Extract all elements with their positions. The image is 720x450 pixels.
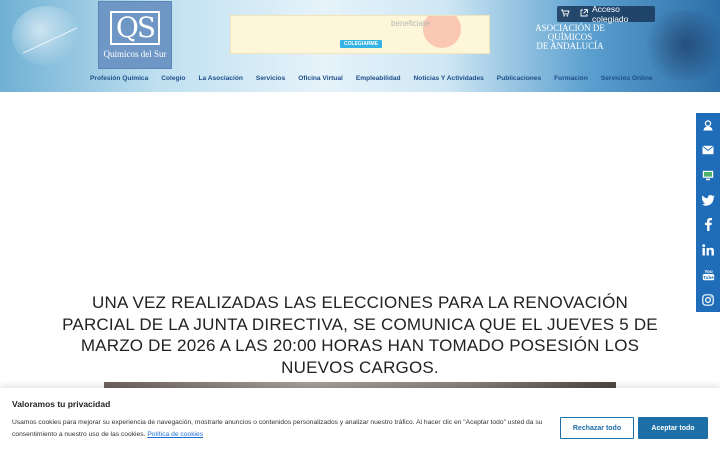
youtube-icon[interactable]: You Tube [696,263,720,287]
nav-item-servicios[interactable]: Servicios [256,75,285,87]
banner-text: beneficiate [391,19,430,28]
monitor-icon[interactable] [696,163,720,187]
site-header: QS Químicos del Sur beneficiate COLEGIAR… [0,0,720,92]
association-logo[interactable]: ASOCIACIÓN DE QUÍMICOS DE ANDALUCÍA [520,24,620,51]
nav-item-publicaciones[interactable]: Publicaciones [497,75,541,87]
cookie-title: Valoramos tu privacidad [12,399,111,409]
svg-text:You: You [704,269,713,274]
nav-item-la-asociacion[interactable]: La Asociación [198,75,242,87]
cart-icon[interactable] [561,9,570,19]
access-label: Acceso colegiado [592,4,629,24]
twitter-icon[interactable] [696,188,720,212]
cookie-banner: Valoramos tu privacidad Usamos cookies p… [0,388,720,450]
user-icon[interactable] [696,113,720,137]
news-headline: UNA VEZ REALIZADAS LAS ELECCIONES PARA L… [62,293,658,377]
reject-all-button[interactable]: Rechazar todo [560,417,634,439]
access-colegiado-button[interactable]: Acceso colegiado [557,4,655,24]
accept-all-button[interactable]: Aceptar todo [638,417,708,439]
social-sidebar: You Tube [696,113,720,312]
logo-mark: QS [109,11,161,45]
nav-item-profesion-quimica[interactable]: Profesión Química [90,75,148,87]
nav-item-oficina-virtual[interactable]: Oficina Virtual [298,75,343,87]
cookie-policy-link[interactable]: Política de cookies [147,431,203,438]
header-decoration [12,6,82,66]
site-logo[interactable]: QS Químicos del Sur [98,1,172,69]
email-icon[interactable] [696,138,720,162]
external-link-icon [580,9,588,19]
page: QS Químicos del Sur beneficiate COLEGIAR… [0,0,720,450]
nav-item-formacion[interactable]: Formación [554,75,588,87]
cookie-text: Usamos cookies para mejorar su experienc… [12,417,557,441]
linkedin-icon[interactable] [696,238,720,262]
nav-item-noticias[interactable]: Noticias Y Actividades [414,75,484,87]
facebook-icon[interactable] [696,213,720,237]
nav-item-servicios-online[interactable]: Servicios Online [601,75,653,87]
ad-banner[interactable]: beneficiate COLEGIARME [230,15,490,54]
svg-text:Tube: Tube [703,275,714,280]
instagram-icon[interactable] [696,288,720,312]
nav-item-empleabilidad[interactable]: Empleabilidad [356,75,401,87]
colegiarme-button[interactable]: COLEGIARME [340,40,382,48]
cookie-description: Usamos cookies para mejorar su experienc… [12,419,543,438]
logo-name: Químicos del Sur [103,49,167,59]
nav-item-colegio[interactable]: Colegio [161,75,185,87]
main-nav: Profesión Química Colegio La Asociación … [90,75,666,87]
assoc-line: DE ANDALUCÍA [536,41,604,51]
